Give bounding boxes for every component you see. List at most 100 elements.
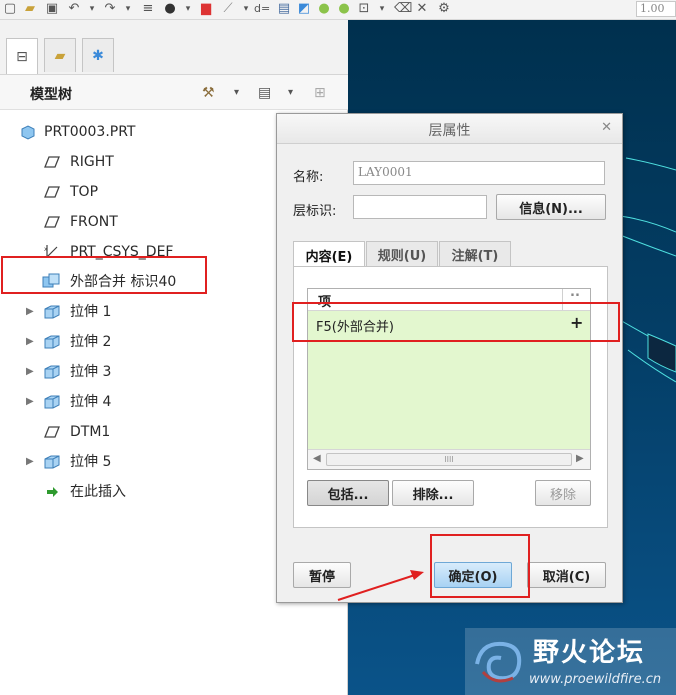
model-info-icon[interactable]: ▤ xyxy=(276,1,292,17)
datum-plane-icon xyxy=(42,212,62,232)
tab-favorites[interactable]: ✱ xyxy=(82,38,114,72)
datum-plane-icon xyxy=(42,152,62,172)
expand-arrow-icon[interactable]: ▶ xyxy=(26,455,36,469)
merge-feature-icon xyxy=(42,272,62,292)
scroll-right-icon[interactable]: ▶ xyxy=(576,453,584,464)
undo-dropdown-icon[interactable]: ▾ xyxy=(84,1,100,17)
tree-item-label: 拉伸 4 xyxy=(70,394,112,410)
plus-icon: + xyxy=(570,313,584,332)
undo-icon[interactable]: ↶ xyxy=(66,1,82,17)
dialog-titlebar[interactable]: 层属性 ✕ xyxy=(277,114,622,144)
extrude-icon xyxy=(42,332,62,352)
expand-arrow-icon[interactable]: ▶ xyxy=(26,395,36,409)
tree-settings-icon[interactable]: ▤ xyxy=(258,82,271,104)
exclude-button[interactable]: 排除... xyxy=(392,480,474,506)
forum-title: 野火论坛 xyxy=(533,638,646,668)
layer-items-list: 项 .. F5(外部合并) + ◀ IIII ▶ xyxy=(307,285,591,470)
extrude-icon xyxy=(42,392,62,412)
remove-button[interactable]: 移除 xyxy=(535,480,591,506)
list-header: 项 .. xyxy=(308,285,590,311)
items-column-header[interactable]: 项 xyxy=(318,291,331,310)
new-file-icon[interactable]: ▢ xyxy=(2,1,18,17)
tree-item-label: PRT_CSYS_DEF xyxy=(70,244,174,260)
tree-filter-icon[interactable]: ⊞ xyxy=(314,82,326,104)
tree-item-label: PRT0003.PRT xyxy=(44,124,136,140)
model-tree-icon: ⊟ xyxy=(16,48,28,65)
name-input[interactable]: LAY0001 xyxy=(353,161,605,185)
select-filter-dropdown-icon[interactable]: ▾ xyxy=(374,1,390,17)
layer-id-label: 层标识: xyxy=(293,204,337,219)
datum-plane-icon xyxy=(42,182,62,202)
insert-here-icon xyxy=(42,482,62,502)
save-icon[interactable]: ▣ xyxy=(44,1,60,17)
list-item-row[interactable]: F5(外部合并) + xyxy=(308,311,590,337)
layer-properties-dialog: 层属性 ✕ 名称: LAY0001 层标识: 信息(N)... 内容(E) 规则… xyxy=(276,113,623,603)
scroll-left-icon[interactable]: ◀ xyxy=(313,453,321,464)
favorites-icon: ✱ xyxy=(92,47,104,64)
shading-dropdown-icon[interactable]: ▾ xyxy=(180,1,196,17)
info-button[interactable]: 信息(N)... xyxy=(496,194,606,220)
tab-content[interactable]: 内容(E) xyxy=(293,241,365,268)
redo-dropdown-icon[interactable]: ▾ xyxy=(120,1,136,17)
select-filter-icon[interactable]: ⊡ xyxy=(356,1,372,17)
include-button[interactable]: 包括... xyxy=(307,480,389,506)
close-icon[interactable]: ✕ xyxy=(601,120,612,135)
tree-item-label: 拉伸 3 xyxy=(70,364,112,380)
layer-id-input[interactable] xyxy=(353,195,487,219)
model-tree-title: 模型树 xyxy=(30,87,72,103)
name-label: 名称: xyxy=(293,170,324,185)
tree-item-label: 在此插入 xyxy=(70,484,126,500)
dialog-title: 层属性 xyxy=(428,123,471,139)
expand-arrow-icon[interactable]: ▶ xyxy=(26,335,36,349)
tab-notes[interactable]: 注解(T) xyxy=(439,241,511,267)
forum-watermark: 野火论坛 www.proewildfire.cn xyxy=(465,628,676,695)
forum-logo-icon xyxy=(475,641,522,683)
tree-item-label: 拉伸 2 xyxy=(70,334,112,350)
pause-button[interactable]: 暂停 xyxy=(293,562,351,588)
forum-url: www.proewildfire.cn xyxy=(529,672,662,687)
redo-icon[interactable]: ↷ xyxy=(102,1,118,17)
tree-tools-icon[interactable]: ⚒ xyxy=(202,82,215,104)
tree-item-label: 外部合并 标识40 xyxy=(70,274,177,290)
close-window-icon[interactable]: ✕ xyxy=(414,1,430,17)
tab-model-tree[interactable]: ⊟ xyxy=(6,38,38,74)
measure-dropdown-icon[interactable]: ▾ xyxy=(238,1,254,17)
green-sphere-icon[interactable]: ● xyxy=(316,1,332,17)
expand-arrow-icon[interactable]: ▶ xyxy=(26,365,36,379)
settings-icon[interactable]: ⚙ xyxy=(436,1,452,17)
zoom-field[interactable]: 1.00 xyxy=(636,1,676,17)
regenerate-icon[interactable]: ≡ xyxy=(140,1,156,17)
scroll-thumb[interactable]: IIII xyxy=(326,453,572,466)
tree-settings-dropdown-icon[interactable]: ▾ xyxy=(288,82,293,104)
cancel-button[interactable]: 取消(C) xyxy=(527,562,606,588)
measure-icon[interactable]: ⟋ xyxy=(220,1,236,17)
eraser-icon[interactable]: ⌫ xyxy=(394,1,412,17)
shading-icon[interactable]: ● xyxy=(162,1,178,17)
part-icon xyxy=(18,122,38,142)
appearance-icon[interactable]: ▆ xyxy=(198,1,214,17)
status-column-header[interactable]: .. xyxy=(570,285,580,300)
tab-folder-browser[interactable]: ▰ xyxy=(44,38,76,72)
extrude-icon xyxy=(42,452,62,472)
csys-icon: x xyxy=(42,242,62,262)
tree-item-label: TOP xyxy=(70,184,99,200)
ok-button[interactable]: 确定(O) xyxy=(434,562,512,588)
horizontal-scrollbar[interactable]: ◀ IIII ▶ xyxy=(308,449,590,469)
relations-icon[interactable]: d= xyxy=(254,1,270,17)
tree-item-label: 拉伸 1 xyxy=(70,304,112,320)
analysis-icon[interactable]: ◩ xyxy=(296,1,312,17)
svg-text:x: x xyxy=(44,246,48,253)
extrude-icon xyxy=(42,302,62,322)
tree-tools-dropdown-icon[interactable]: ▾ xyxy=(234,82,239,104)
tree-item-label: 拉伸 5 xyxy=(70,454,112,470)
column-separator xyxy=(562,289,563,310)
expand-arrow-icon[interactable]: ▶ xyxy=(26,305,36,319)
green-sphere-2-icon[interactable]: ● xyxy=(336,1,352,17)
datum-plane-icon xyxy=(42,422,62,442)
navigator-tabs: ⊟ ▰ ✱ xyxy=(0,20,348,74)
tree-item-label: FRONT xyxy=(70,214,118,230)
open-folder-icon[interactable]: ▰ xyxy=(22,1,38,17)
tab-rules[interactable]: 规则(U) xyxy=(366,241,438,267)
list-body: F5(外部合并) + xyxy=(308,311,590,449)
model-tree-header: 模型树 ⚒ ▾ ▤ ▾ ⊞ xyxy=(0,74,348,110)
